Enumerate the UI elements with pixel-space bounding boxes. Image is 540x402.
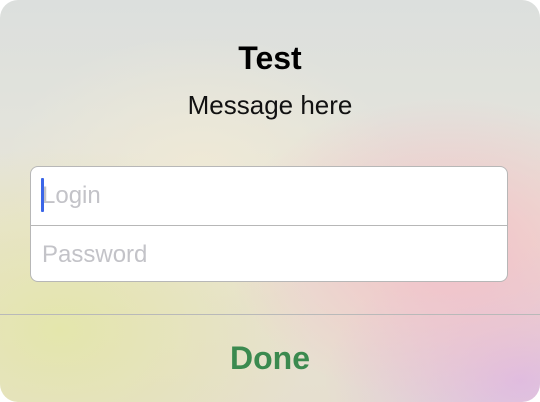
done-button[interactable]: Done [0,315,540,402]
text-cursor [41,178,44,212]
alert-title: Test [238,40,302,76]
alert-dialog: Test Message here Done [0,0,540,402]
alert-message: Message here [187,90,353,120]
credentials-field-group [30,166,508,282]
login-input[interactable] [31,167,507,225]
password-input[interactable] [31,225,507,281]
